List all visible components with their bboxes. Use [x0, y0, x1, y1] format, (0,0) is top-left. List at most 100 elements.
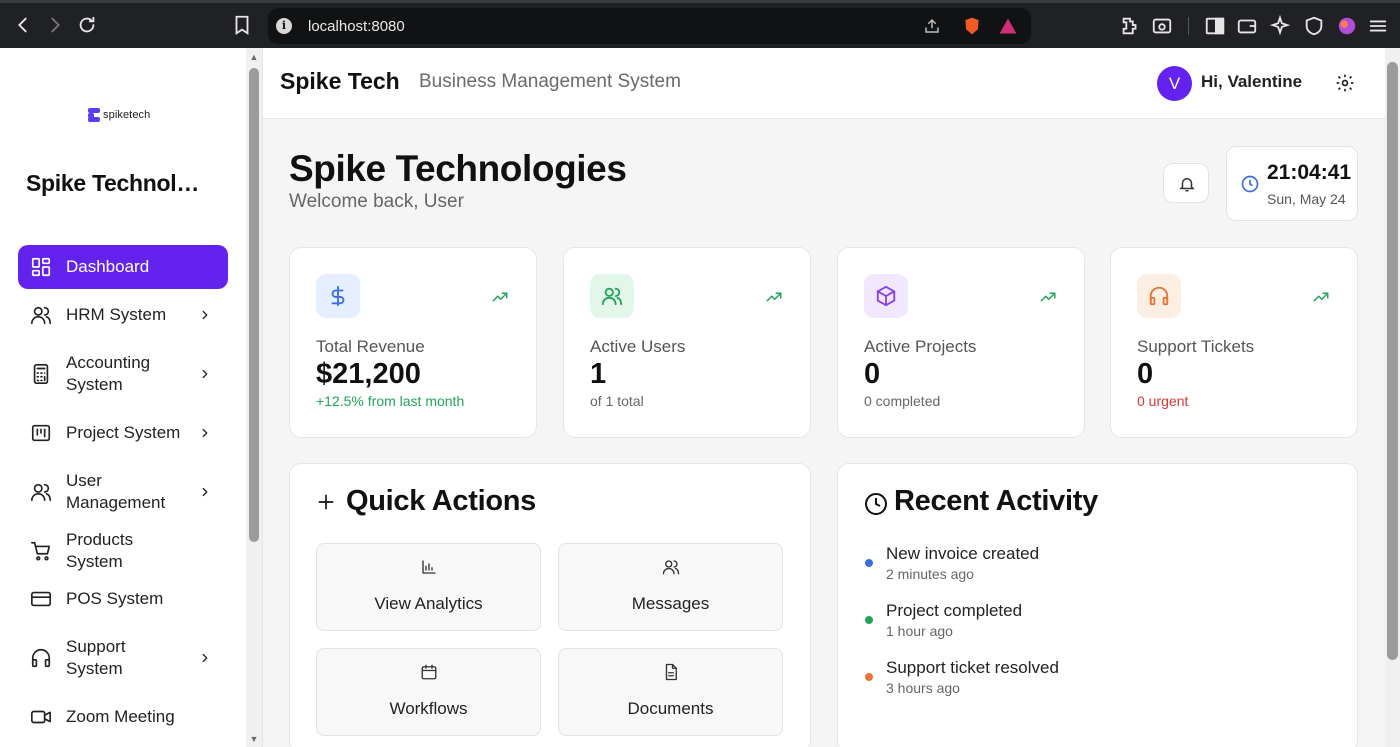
sidebar-divider [262, 48, 263, 747]
sidebar-toggle-icon[interactable] [1204, 15, 1226, 37]
page-scrollbar[interactable] [1385, 48, 1400, 747]
tab-search-icon[interactable] [1151, 15, 1173, 37]
top-header: Spike Tech Business Management System V … [263, 48, 1385, 119]
sidebar-item-user-management[interactable]: User Management [18, 464, 228, 520]
sidebar-item-project-system[interactable]: Project System [18, 411, 228, 455]
status-dot [865, 559, 873, 567]
activity-time: 1 hour ago [886, 623, 953, 639]
vpn-shield-icon[interactable] [1303, 15, 1325, 37]
users-icon [590, 274, 634, 318]
quick-action-view-analytics-button[interactable]: View Analytics [316, 543, 541, 631]
quick-actions-panel: Quick Actions View Analytics Messages Work… [289, 463, 811, 747]
quick-action-documents-button[interactable]: Documents [558, 648, 783, 736]
users-icon [662, 558, 680, 581]
sidebar-item-products-system[interactable]: Products System [18, 523, 228, 579]
stat-card: Active Users 1 of 1 total [563, 247, 811, 438]
chevron-right-icon[interactable] [198, 651, 212, 665]
logo-text: spiketech [103, 109, 151, 121]
browser-toolbar: i localhost:8080 [0, 0, 1400, 48]
sidebar-item-accounting-system[interactable]: Accounting System [18, 346, 228, 402]
trend-up-icon [765, 288, 783, 311]
scroll-down-icon[interactable]: ▼ [248, 734, 260, 744]
clock-time: 21:04:41 [1267, 161, 1352, 184]
page-title: Spike Technologies [289, 148, 627, 189]
quick-action-workflows-button[interactable]: Workflows [316, 648, 541, 736]
quick-action-messages-button[interactable]: Messages [558, 543, 783, 631]
share-icon[interactable] [923, 17, 941, 35]
sidebar-scroll-thumb[interactable] [249, 68, 259, 542]
stat-note: of 1 total [590, 393, 644, 409]
stat-label: Active Projects [864, 337, 977, 356]
sidebar-item-label: Project System [66, 423, 181, 442]
clock-icon [864, 492, 888, 521]
cart-icon [30, 540, 52, 562]
chevron-right-icon[interactable] [198, 485, 212, 499]
users-icon [30, 481, 52, 503]
brave-rewards-icon[interactable] [998, 16, 1018, 36]
sidebar-item-hrm-system[interactable]: HRM System [18, 293, 228, 337]
extensions-icon[interactable] [1119, 15, 1141, 37]
headphones-icon [30, 647, 52, 669]
status-dot [865, 673, 873, 681]
box-icon [864, 274, 908, 318]
user-greeting[interactable]: Hi, Valentine [1201, 72, 1302, 92]
profile-icon[interactable] [1336, 15, 1358, 37]
menu-icon[interactable] [1367, 15, 1389, 37]
stat-card: Support Tickets 0 0 urgent [1110, 247, 1358, 438]
stat-note: +12.5% from last month [316, 393, 465, 409]
dollar-icon [316, 274, 360, 318]
trend-up-icon [1039, 288, 1057, 311]
back-icon[interactable] [12, 14, 34, 36]
project-icon [30, 422, 52, 444]
activity-text: Project completed [886, 601, 1023, 620]
chevron-right-icon[interactable] [198, 367, 212, 381]
document-icon [662, 663, 680, 686]
sidebar-item-label: Support System [66, 637, 126, 678]
quick-action-label: View Analytics [374, 594, 483, 613]
logo-mark-icon [88, 108, 100, 122]
stat-card: Total Revenue $21,200 +12.5% from last mon… [289, 247, 537, 438]
leo-ai-icon[interactable] [1269, 15, 1291, 37]
address-bar[interactable]: i localhost:8080 [268, 8, 1031, 44]
stat-card: Active Projects 0 0 completed [837, 247, 1085, 438]
forward-icon[interactable] [44, 14, 66, 36]
clock-icon [1240, 174, 1260, 199]
clock-date: Sun, May 24 [1267, 191, 1346, 207]
avatar[interactable]: V [1157, 66, 1192, 101]
sidebar-item-label: User Management [66, 471, 166, 512]
sidebar-item-label: Accounting System [66, 353, 151, 394]
sidebar-item-label: Zoom Meeting [66, 707, 175, 726]
chevron-right-icon[interactable] [198, 308, 212, 322]
activity-time: 2 minutes ago [886, 566, 974, 582]
sidebar-item-dashboard[interactable]: Dashboard [18, 245, 228, 289]
chevron-right-icon[interactable] [198, 426, 212, 440]
stat-value: 1 [590, 358, 607, 390]
activity-text: Support ticket resolved [886, 658, 1059, 677]
recent-activity-title: Recent Activity [894, 485, 1098, 517]
site-info-icon[interactable]: i [276, 18, 292, 34]
page-scroll-thumb[interactable] [1387, 62, 1398, 660]
brand-name: Spike Tech [280, 68, 400, 94]
recent-activity-panel: Recent Activity New invoice created 2 min… [837, 463, 1358, 747]
sidebar-item-support-system[interactable]: Support System [18, 636, 228, 680]
brand-subtitle: Business Management System [419, 71, 681, 92]
toolbar-divider [1188, 17, 1189, 35]
bell-icon [1179, 178, 1195, 192]
reload-icon[interactable] [76, 14, 98, 36]
quick-actions-title: Quick Actions [346, 485, 537, 517]
credit-card-icon [30, 588, 52, 610]
bar-chart-icon [420, 558, 438, 581]
sidebar-item-pos-system[interactable]: POS System [18, 577, 228, 621]
notifications-button[interactable] [1163, 163, 1209, 203]
bookmark-icon[interactable] [231, 14, 253, 36]
gear-icon[interactable] [1335, 73, 1355, 93]
scroll-up-icon[interactable]: ▲ [248, 52, 260, 62]
activity-text: New invoice created [886, 544, 1040, 563]
company-logo: spiketech [88, 108, 150, 122]
sidebar-item-zoom-meeting[interactable]: Zoom Meeting [18, 695, 228, 739]
brave-shield-icon[interactable] [962, 16, 982, 36]
users-icon [30, 304, 52, 326]
sidebar-item-label: HRM System [66, 305, 167, 324]
wallet-icon[interactable] [1236, 15, 1258, 37]
url-text: localhost:8080 [308, 18, 405, 35]
